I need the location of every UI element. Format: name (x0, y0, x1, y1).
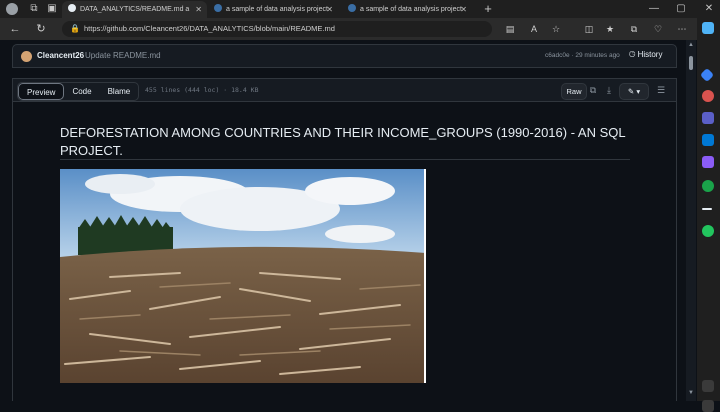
lock-icon: 🔒 (70, 24, 80, 33)
file-size-info: 455 lines (444 loc) · 18.4 KB (145, 86, 259, 94)
text-size-icon[interactable]: A (528, 23, 540, 35)
close-tab-icon[interactable]: ✕ (460, 1, 467, 18)
commit-meta[interactable]: c6adc0e · 29 minutes ago (545, 52, 620, 59)
copy-icon[interactable]: ⧉ (587, 84, 599, 96)
divider-icon (702, 208, 712, 210)
scroll-up-icon[interactable]: ▲ (688, 42, 694, 48)
tab-blame[interactable]: Blame (100, 83, 139, 100)
workspaces-icon[interactable]: ⧉ (28, 3, 40, 15)
address-bar-row: ← ↻ 🔒 https://github.com/Cleancent26/DAT… (0, 18, 720, 40)
page-scrollbar[interactable]: ▲ ▼ (686, 40, 696, 401)
close-tab-icon[interactable]: ✕ (326, 1, 333, 18)
more-options-icon[interactable]: ⋯ (676, 23, 688, 35)
close-window-icon[interactable]: ✕ (703, 3, 715, 15)
collections-icon[interactable]: ⧉ (628, 23, 640, 35)
split-screen-icon[interactable]: ◫ (583, 23, 595, 35)
tag-icon[interactable] (699, 67, 715, 83)
chevron-down-icon: ▾ (636, 87, 641, 96)
tab-sample-1[interactable]: a sample of data analysis project ✕ (208, 1, 338, 18)
user-avatar[interactable] (21, 51, 32, 62)
browser-sidebar (697, 18, 720, 412)
favorite-star-icon[interactable]: ☆ (550, 23, 562, 35)
history-icon: 🕒︎ (629, 50, 636, 59)
view-mode-toggle: Preview Code Blame (17, 82, 140, 101)
copilot-icon[interactable] (702, 22, 714, 34)
new-tab-icon[interactable]: + (482, 2, 494, 15)
extensions-icon[interactable]: ♡ (652, 23, 664, 35)
minimize-icon[interactable]: — (648, 3, 660, 15)
commit-author-link[interactable]: Cleancent26 (37, 51, 84, 60)
add-app-icon[interactable] (702, 225, 714, 237)
tab-sample-2[interactable]: a sample of data analysis project ✕ (342, 1, 472, 18)
sidebar-settings-icon[interactable] (702, 380, 714, 392)
games-icon[interactable] (702, 112, 714, 124)
tab-actions-icon[interactable]: ▣ (46, 3, 58, 15)
read-aloud-icon[interactable]: ▤ (504, 23, 516, 35)
history-button[interactable]: 🕒︎ History (629, 50, 662, 60)
tab-readme[interactable]: DATA_ANALYTICS/README.md a ✕ (62, 1, 207, 18)
outline-list-icon[interactable]: ☰ (655, 84, 667, 96)
search-favicon-icon (348, 4, 356, 12)
profile-avatar-icon[interactable] (6, 3, 18, 15)
download-icon[interactable]: ⤓ (603, 84, 615, 96)
scrollbar-thumb[interactable] (689, 56, 693, 70)
deforestation-photo (60, 169, 426, 383)
refresh-icon[interactable]: ↻ (34, 22, 48, 36)
scroll-down-icon[interactable]: ▼ (688, 390, 694, 396)
github-favicon-icon (68, 4, 76, 12)
outlook-icon[interactable] (702, 134, 714, 146)
commit-message-link[interactable]: Update README.md (85, 51, 161, 60)
url-field[interactable]: 🔒 https://github.com/Cleancent26/DATA_AN… (62, 21, 492, 37)
back-icon[interactable]: ← (8, 22, 22, 36)
browser-tab-strip: ⧉ ▣ DATA_ANALYTICS/README.md a ✕ a sampl… (0, 0, 720, 18)
tab-code[interactable]: Code (64, 83, 99, 100)
title-divider (60, 159, 630, 160)
drop-icon[interactable] (702, 180, 714, 192)
designer-icon[interactable] (702, 156, 714, 168)
readme-title: DEFORESTATION AMONG COUNTRIES AND THEIR … (60, 125, 626, 158)
maximize-icon[interactable]: ▢ (675, 3, 687, 15)
search-favicon-icon (214, 4, 222, 12)
tools-icon[interactable] (702, 90, 714, 102)
edit-button[interactable]: ✎ ▾ (619, 83, 649, 100)
tab-preview[interactable]: Preview (18, 83, 65, 100)
pencil-icon: ✎ (627, 87, 635, 96)
sidebar-customize-icon[interactable] (702, 400, 714, 412)
close-tab-icon[interactable]: ✕ (195, 1, 202, 18)
latest-commit-bar: Cleancent26 Update README.md c6adc0e · 2… (12, 44, 677, 68)
favorites-icon[interactable]: ★ (604, 23, 616, 35)
raw-button[interactable]: Raw (561, 83, 587, 100)
file-header-bar: Preview Code Blame 455 lines (444 loc) ·… (12, 78, 677, 102)
